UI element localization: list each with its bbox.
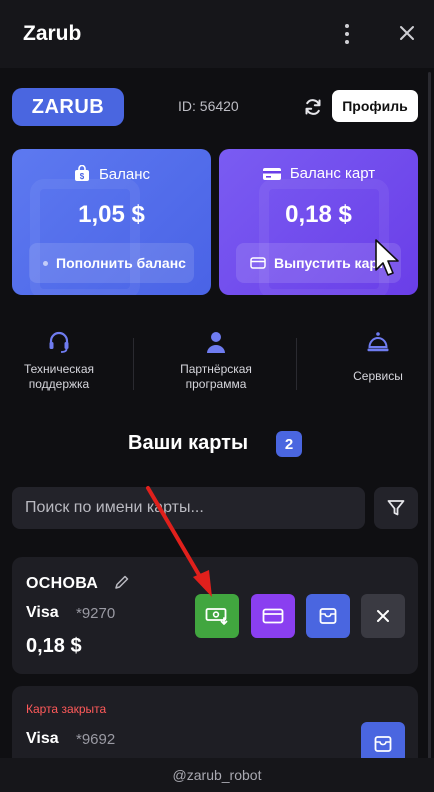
bullet-icon xyxy=(43,260,48,266)
brand-logo: ZARUB xyxy=(12,88,124,126)
close-icon xyxy=(377,610,389,622)
divider xyxy=(133,338,134,390)
bot-handle: @zarub_robot xyxy=(172,767,262,783)
cash-icon xyxy=(205,608,228,625)
balance-card: $ Баланс 1,05 $ Пополнить баланс xyxy=(12,149,211,295)
credit-card-icon xyxy=(262,167,281,180)
cards-balance-title: Баланс карт xyxy=(289,165,376,182)
svg-text:$: $ xyxy=(80,172,85,181)
card-number: *9270 xyxy=(76,605,116,622)
divider xyxy=(296,338,297,390)
more-menu-icon[interactable] xyxy=(337,22,357,46)
top-up-card-button[interactable] xyxy=(195,594,239,638)
refresh-icon[interactable] xyxy=(303,97,323,117)
card-search-input[interactable] xyxy=(12,487,365,529)
filter-icon xyxy=(387,500,405,516)
card-name: ОСНОВА xyxy=(26,575,99,592)
archive-card-button[interactable] xyxy=(306,594,350,638)
card-list-item[interactable]: ОСНОВА Visa *9270 0,18 $ xyxy=(12,557,418,674)
partner-program-link[interactable]: Партнёрская программа xyxy=(168,330,264,392)
app-title: Zarub xyxy=(23,22,82,45)
filter-button[interactable] xyxy=(374,487,418,529)
title-bar: Zarub xyxy=(0,0,434,68)
services-link[interactable]: Сервисы xyxy=(342,330,414,384)
close-card-button[interactable] xyxy=(361,594,405,638)
card-details-button[interactable] xyxy=(251,594,295,638)
balance-amount: 1,05 $ xyxy=(78,201,145,228)
scrollbar[interactable] xyxy=(428,72,431,762)
card-network: Visa xyxy=(26,604,59,621)
close-icon[interactable] xyxy=(396,22,418,44)
archive-icon xyxy=(374,736,392,752)
card-network: Visa xyxy=(26,730,59,747)
top-up-balance-button[interactable]: Пополнить баланс xyxy=(29,243,194,283)
headset-icon xyxy=(49,331,69,353)
cards-count-badge: 2 xyxy=(276,431,302,457)
card-number: *9692 xyxy=(76,731,116,748)
user-id: ID: 56420 xyxy=(178,98,239,114)
support-link[interactable]: Техническая поддержка xyxy=(14,330,104,392)
cards-balance-amount: 0,18 $ xyxy=(285,201,352,228)
wallet-icon: $ xyxy=(74,165,89,181)
cards-section-title: Ваши карты xyxy=(128,432,249,454)
partner-program-label: Партнёрская программа xyxy=(180,362,252,391)
card-amount: 0,18 $ xyxy=(26,635,82,657)
edit-pencil-icon[interactable] xyxy=(114,574,130,590)
credit-card-icon xyxy=(262,608,284,624)
mouse-cursor-icon xyxy=(375,239,399,276)
profile-button[interactable]: Профиль xyxy=(332,90,418,122)
archive-icon xyxy=(319,608,337,624)
support-label: Техническая поддержка xyxy=(23,362,94,391)
card-status: Карта закрыта xyxy=(26,702,107,716)
balance-title: Баланс xyxy=(98,165,151,183)
services-label: Сервисы xyxy=(353,369,403,383)
bell-icon xyxy=(367,332,389,352)
footer: @zarub_robot xyxy=(0,758,434,792)
user-icon xyxy=(207,332,225,353)
card-outline-icon xyxy=(250,257,266,269)
